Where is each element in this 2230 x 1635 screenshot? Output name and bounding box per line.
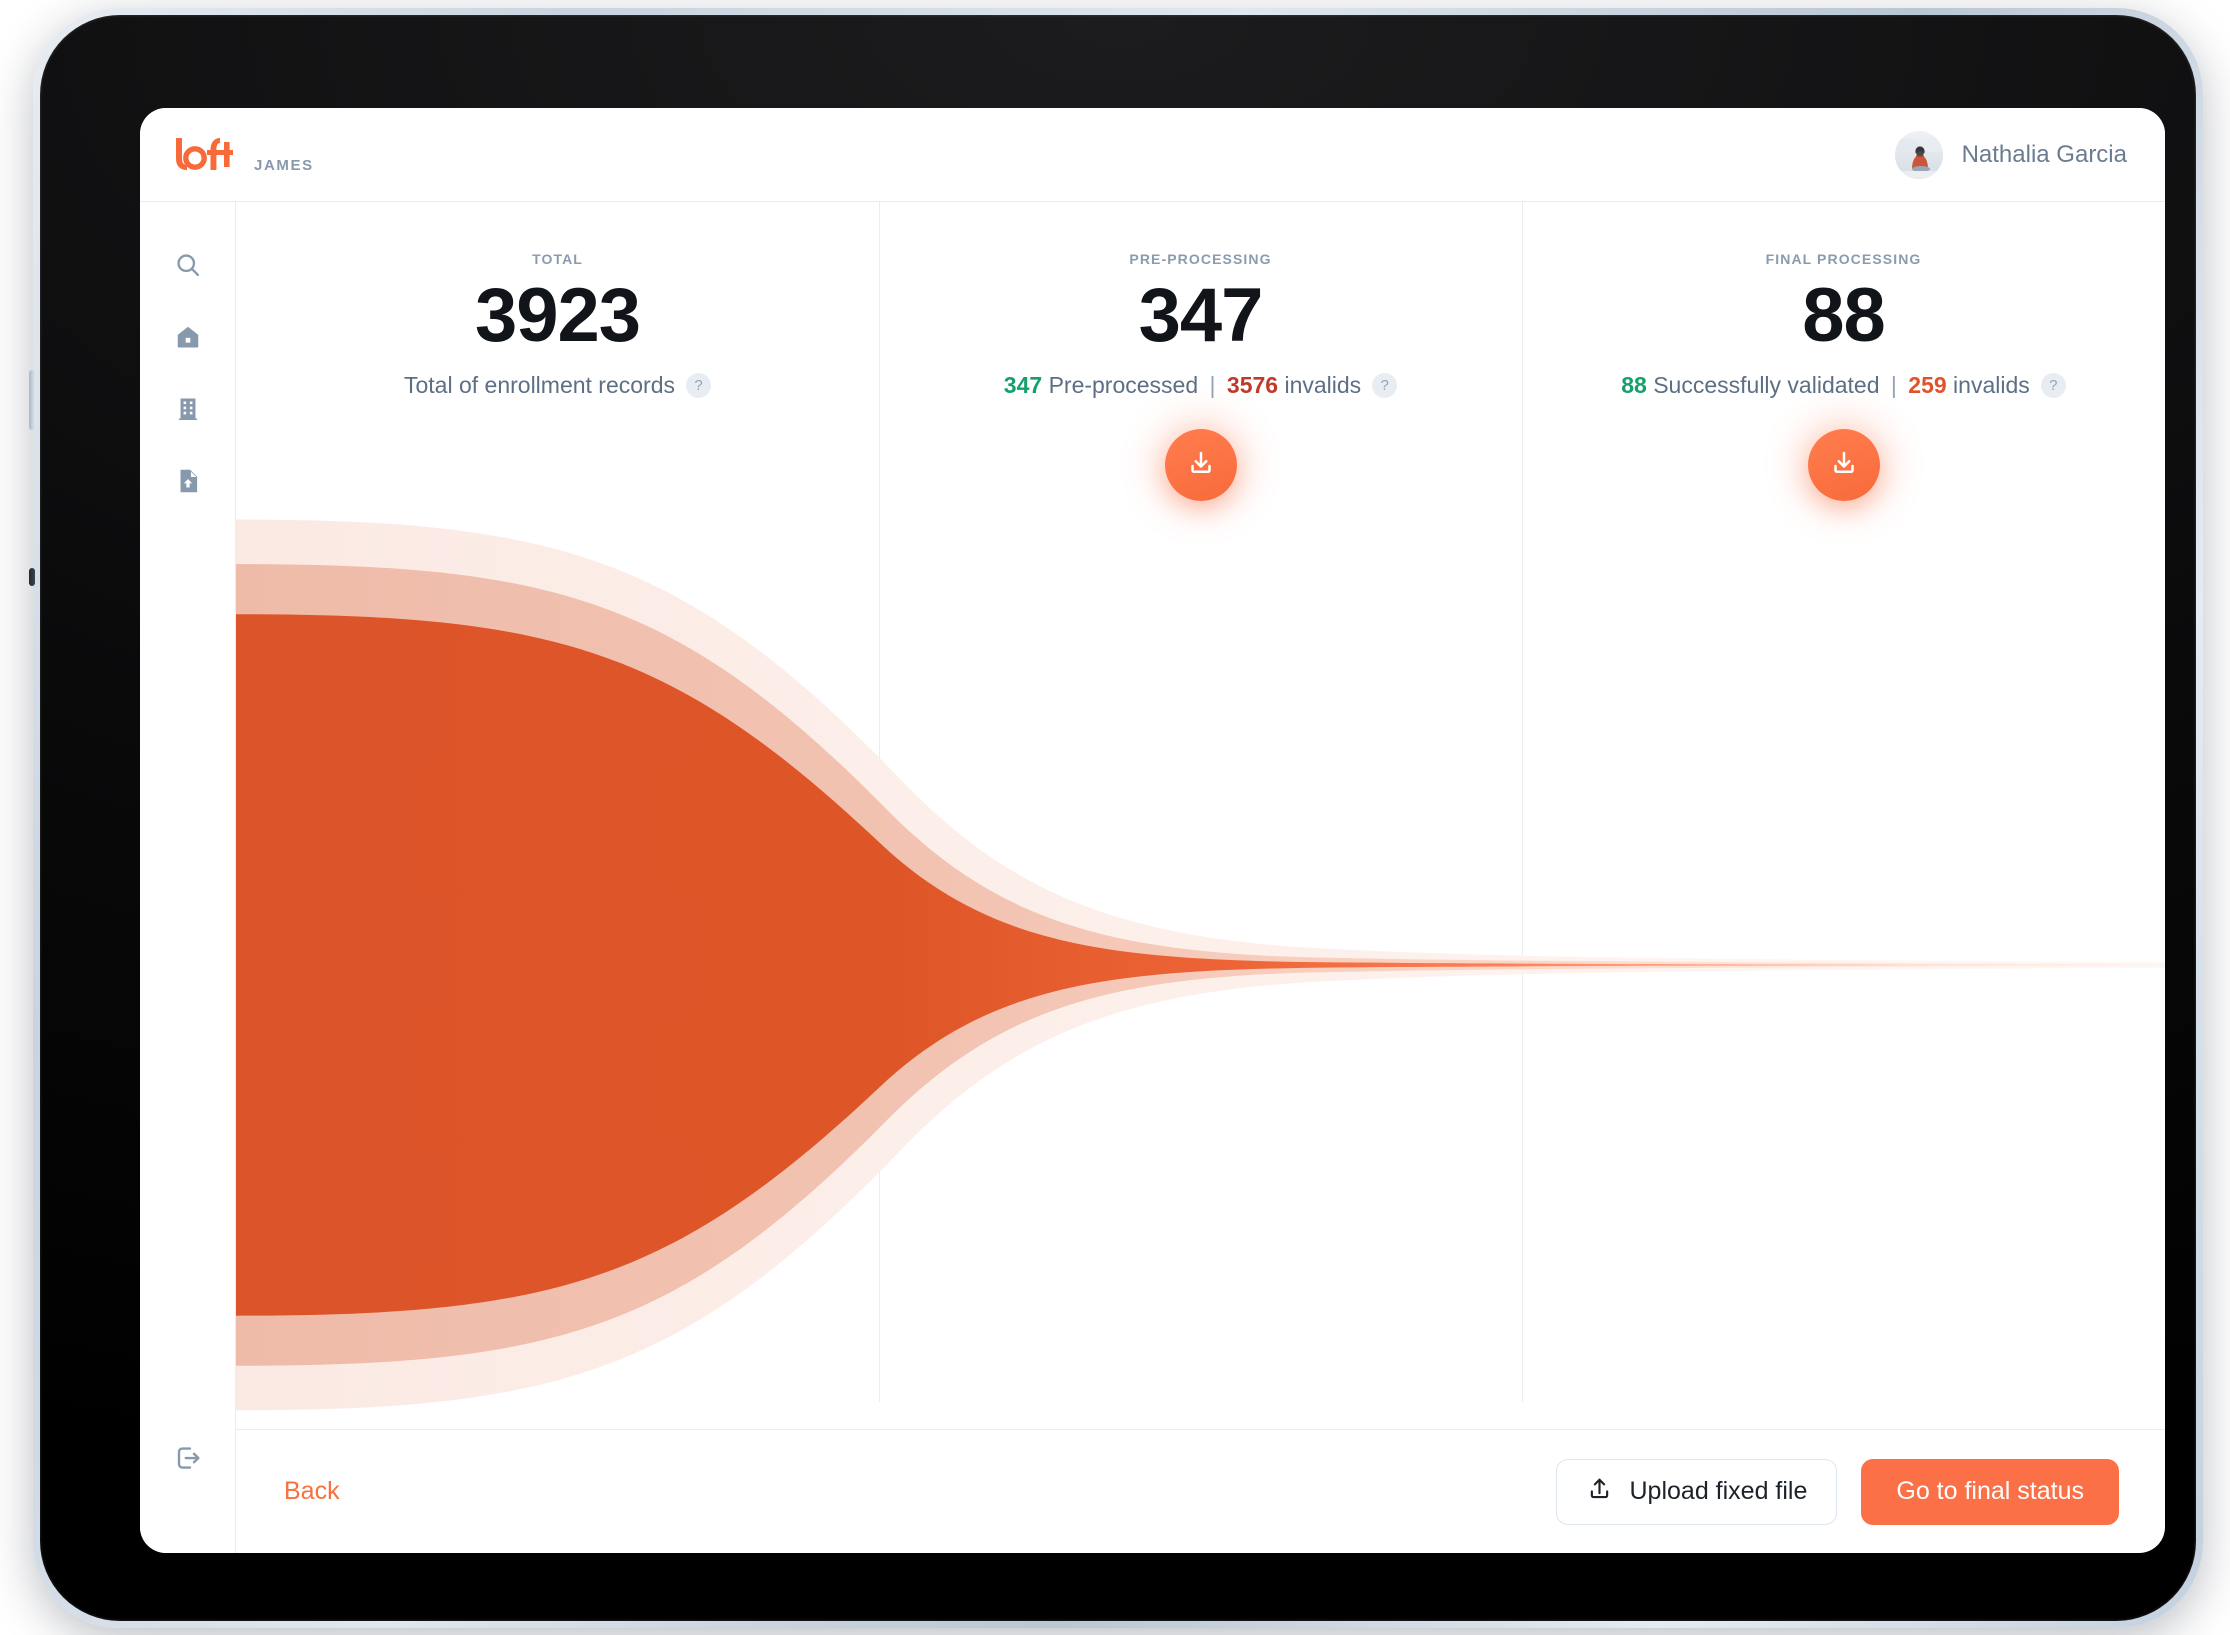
stat-ok-text: Successfully validated [1653, 372, 1880, 399]
stat-bad-text: invalids [1284, 372, 1362, 399]
download-icon [1186, 448, 1216, 483]
brand-subtitle: JAMES [254, 156, 314, 174]
stat-label: PRE-PROCESSING [1129, 251, 1272, 267]
stats-row: TOTAL 3923 Total of enrollment records ?… [236, 202, 2165, 1403]
avatar [1894, 130, 1943, 179]
download-button-final-processing[interactable] [1807, 429, 1880, 502]
sidebar-item-logout[interactable] [165, 1437, 211, 1483]
help-icon[interactable]: ? [2040, 373, 2066, 399]
download-wrap [879, 429, 1522, 502]
home-icon [174, 323, 202, 356]
sidebar-item-home[interactable] [165, 316, 211, 362]
stat-value: 347 [1138, 273, 1264, 358]
stat-description: Total of enrollment records ? [236, 372, 879, 399]
app-body: TOTAL 3923 Total of enrollment records ?… [140, 201, 2165, 1553]
device-volume-button [29, 370, 35, 430]
sidebar-item-file-upload[interactable] [165, 460, 211, 506]
stat-bad-count: 259 [1908, 372, 1947, 399]
funnel-band-core [236, 614, 2165, 1316]
stat-separator: | [1890, 372, 1897, 399]
main-content: TOTAL 3923 Total of enrollment records ?… [236, 202, 2165, 1553]
stat-desc-line: 347 Pre-processed | 3576 invalids [1004, 372, 1361, 399]
download-icon [1829, 448, 1859, 483]
footer-action-bar: Back Upload fixed file Go to final statu… [236, 1430, 2165, 1553]
loft-logo-icon [174, 136, 238, 170]
stat-card-pre-processing: PRE-PROCESSING 347 347 Pre-processed | 3… [879, 202, 1522, 1403]
stat-bad-count: 3576 [1226, 372, 1279, 399]
sidebar-item-search[interactable] [165, 244, 211, 290]
stat-label: FINAL PROCESSING [1765, 251, 1922, 267]
search-icon [174, 251, 202, 284]
stat-ok-text: Pre-processed [1048, 372, 1199, 399]
go-to-final-status-button[interactable]: Go to final status [1861, 1458, 2119, 1525]
back-button[interactable]: Back [284, 1477, 340, 1506]
user-menu[interactable]: Nathalia Garcia [1894, 130, 2127, 179]
download-wrap [1522, 429, 2165, 502]
user-name: Nathalia Garcia [1961, 140, 2127, 168]
upload-fixed-file-button[interactable]: Upload fixed file [1555, 1458, 1838, 1525]
file-upload-icon [174, 467, 202, 500]
stat-desc-text: Total of enrollment records [403, 372, 675, 399]
help-icon[interactable]: ? [1372, 373, 1398, 399]
help-icon[interactable]: ? [686, 373, 711, 399]
stat-ok-count: 88 [1621, 372, 1647, 399]
download-button-pre-processing[interactable] [1164, 429, 1237, 502]
funnel-chart-svg [236, 519, 2165, 1411]
stat-label: TOTAL [532, 251, 583, 267]
upload-fixed-file-label: Upload fixed file [1629, 1477, 1808, 1505]
go-to-final-status-label: Go to final status [1896, 1477, 2084, 1505]
building-icon [174, 395, 202, 428]
stat-value: 3923 [474, 273, 641, 358]
stat-description: 347 Pre-processed | 3576 invalids ? [879, 372, 1522, 399]
funnel-chart [236, 501, 2165, 1430]
stat-ok-count: 347 [1003, 372, 1043, 399]
tablet-bezel: JAMES Nathalia Garcia TOTAL 3923 Total o… [40, 15, 2196, 1621]
stat-description: 88 Successfully validated | 259 invalids… [1522, 372, 2165, 399]
logout-icon [173, 1443, 203, 1478]
device-side-port [29, 568, 35, 586]
stat-desc-line: 88 Successfully validated | 259 invalids [1621, 372, 2030, 399]
top-bar: JAMES Nathalia Garcia [140, 108, 2165, 201]
stat-card-total: TOTAL 3923 Total of enrollment records ? [236, 202, 879, 501]
app-screen: JAMES Nathalia Garcia TOTAL 3923 Total o… [140, 108, 2165, 1553]
brand[interactable]: JAMES [174, 136, 314, 174]
sidebar-item-building[interactable] [165, 388, 211, 434]
upload-icon [1586, 1475, 1613, 1509]
footer-actions: Upload fixed file Go to final status [1555, 1458, 2119, 1525]
sidebar [140, 202, 236, 1553]
tablet-device-frame: JAMES Nathalia Garcia TOTAL 3923 Total o… [29, 8, 2203, 1628]
stat-card-final-processing: FINAL PROCESSING 88 88 Successfully vali… [1522, 202, 2165, 1403]
stat-separator: | [1209, 372, 1216, 399]
stat-bad-text: invalids [1953, 372, 2030, 399]
stat-value: 88 [1802, 273, 1886, 358]
